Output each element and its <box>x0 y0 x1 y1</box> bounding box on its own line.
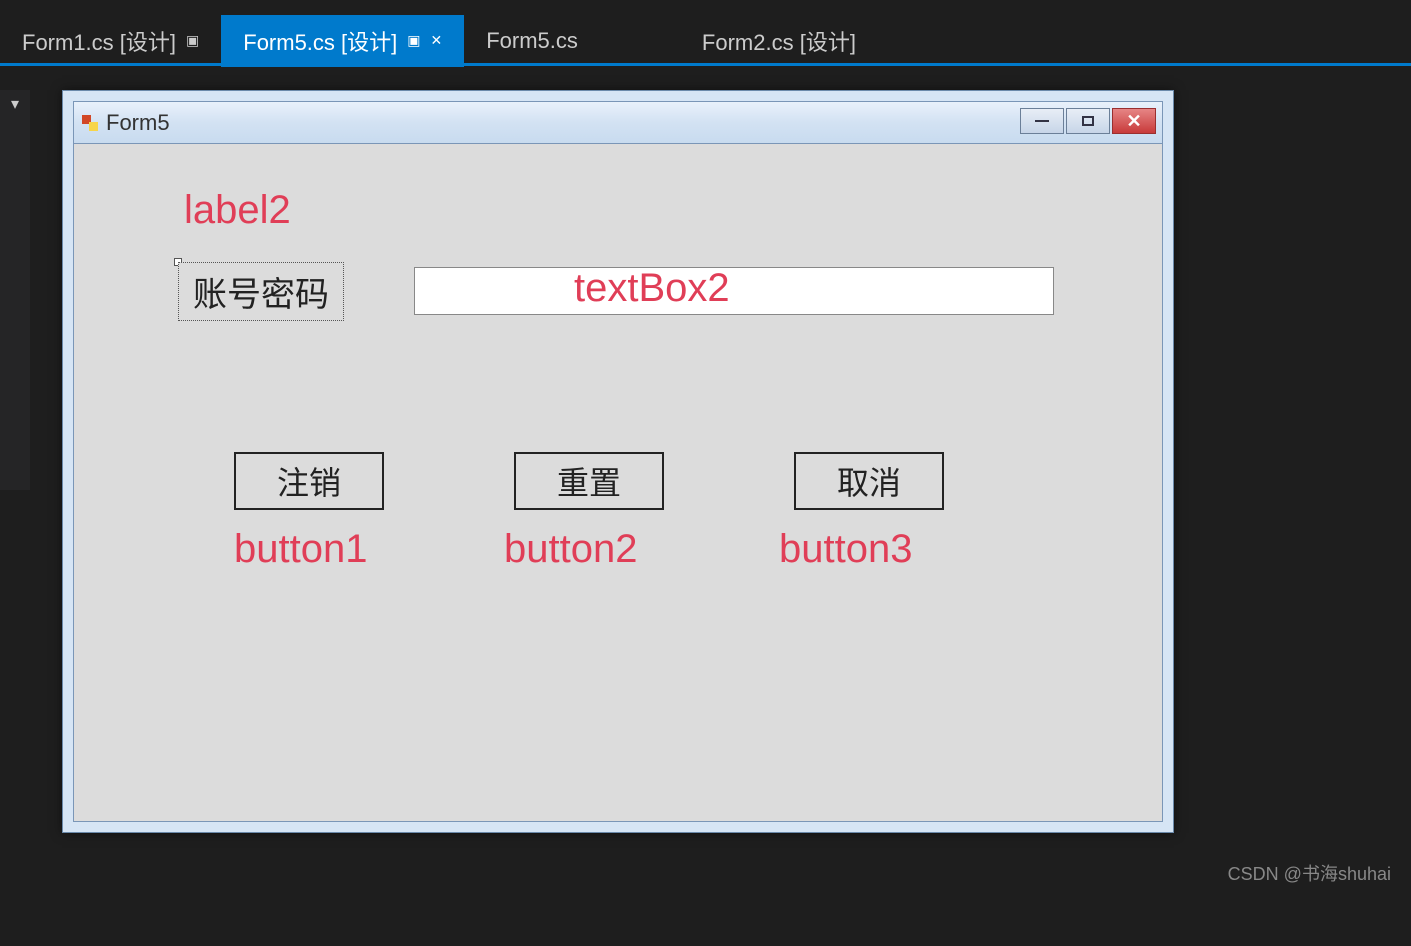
button3-control[interactable]: 取消 <box>794 452 944 510</box>
tab-form5-design[interactable]: Form5.cs [设计] ▣ ✕ <box>221 15 464 67</box>
button1-text: 注销 <box>277 458 341 504</box>
window-control-buttons: ✕ <box>1020 108 1156 134</box>
form-title: Form5 <box>106 110 170 136</box>
label2-text: 账号密码 <box>193 276 329 314</box>
form-body[interactable]: label2 账号密码 textBox2 注销 重置 取消 button1 bu… <box>84 152 1152 811</box>
minimize-button[interactable] <box>1020 108 1064 134</box>
tab-label: Form5.cs [设计] <box>243 25 397 57</box>
document-tab-bar: Form1.cs [设计] ▣ Form5.cs [设计] ▣ ✕ Form5.… <box>0 18 1411 66</box>
tab-label: Form5.cs <box>486 28 578 54</box>
maximize-icon <box>1082 116 1094 126</box>
pin-icon[interactable]: ▣ <box>407 32 420 49</box>
annotation-button2: button2 <box>504 527 637 572</box>
tab-form2-design[interactable]: Form2.cs [设计] <box>680 15 878 67</box>
label2-control[interactable]: 账号密码 <box>178 262 344 321</box>
left-toolbox-gutter: ▾ <box>0 90 30 490</box>
annotation-button3: button3 <box>779 527 912 572</box>
tab-form5-cs[interactable]: Form5.cs <box>464 18 600 64</box>
maximize-button[interactable] <box>1066 108 1110 134</box>
close-icon[interactable]: ✕ <box>431 32 443 49</box>
form-title-bar[interactable]: Form5 ✕ <box>74 102 1162 144</box>
button1-control[interactable]: 注销 <box>234 452 384 510</box>
form-window: Form5 ✕ label2 账号密码 textBox2 注销 <box>73 101 1163 822</box>
annotation-label2: label2 <box>184 188 291 233</box>
tab-form1-design[interactable]: Form1.cs [设计] ▣ <box>0 15 221 67</box>
close-icon: ✕ <box>1126 111 1141 132</box>
pin-icon[interactable]: ▣ <box>186 32 199 49</box>
watermark: CSDN @书海shuhai <box>1228 860 1391 886</box>
form-designer-canvas[interactable]: Form5 ✕ label2 账号密码 textBox2 注销 <box>62 90 1174 833</box>
form-icon <box>82 115 98 131</box>
button2-control[interactable]: 重置 <box>514 452 664 510</box>
minimize-icon <box>1035 120 1049 122</box>
tab-label: Form1.cs [设计] <box>22 25 176 57</box>
button3-text: 取消 <box>837 458 901 504</box>
close-button[interactable]: ✕ <box>1112 108 1156 134</box>
dropdown-icon[interactable]: ▾ <box>0 90 30 118</box>
tab-label: Form2.cs [设计] <box>702 25 856 57</box>
button2-text: 重置 <box>557 458 621 504</box>
annotation-button1: button1 <box>234 527 367 572</box>
textbox2-control[interactable] <box>414 267 1054 315</box>
